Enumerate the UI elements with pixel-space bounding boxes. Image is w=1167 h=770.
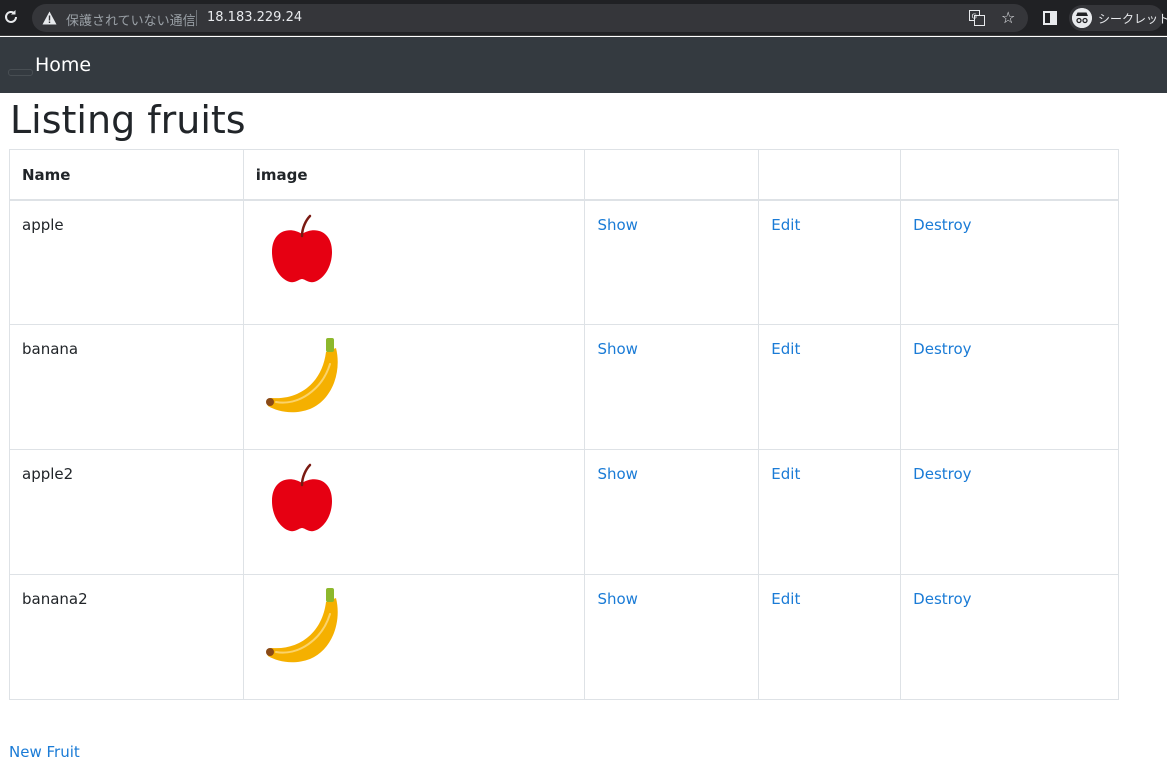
column-header-image: image [242,149,586,201]
fruit-image-cell [242,199,586,325]
incognito-icon [1072,8,1092,28]
destroy-link[interactable]: Destroy [913,216,971,234]
banana-image [265,588,338,663]
table-row: apple Show Edit Destroy [9,199,1119,325]
banana-image [265,338,338,413]
table-row: apple2 Show Edit Destroy [9,449,1119,575]
show-link[interactable]: Show [597,590,637,608]
show-link[interactable]: Show [597,340,637,358]
column-header-destroy [900,149,1119,201]
reload-icon[interactable] [3,9,19,25]
fruit-name: banana2 [9,574,244,700]
incognito-label: シークレット [1098,12,1167,26]
fruits-table: Name image apple Show Edit Destroy banan… [9,149,1119,700]
fruit-image-cell [242,574,586,700]
destroy-link[interactable]: Destroy [913,340,971,358]
navbar: Home [0,37,1167,93]
edit-link[interactable]: Edit [771,216,800,234]
table-row: banana2 Show Edit Destroy [9,574,1119,700]
browser-toolbar: 保護されていない通信 18.183.229.24 G ☆ シークレット [0,0,1167,36]
warning-icon[interactable] [42,11,57,25]
new-fruit-link[interactable]: New Fruit [9,743,80,761]
divider [196,10,197,26]
navbar-toggler[interactable] [8,69,33,76]
destroy-link[interactable]: Destroy [913,465,971,483]
apple-image [271,463,332,532]
svg-text:G: G [972,13,977,21]
show-link[interactable]: Show [597,465,637,483]
edit-link[interactable]: Edit [771,590,800,608]
fruit-name: apple2 [9,449,244,575]
edit-link[interactable]: Edit [771,340,800,358]
fruit-name: apple [9,199,244,325]
security-label[interactable]: 保護されていない通信 [66,10,196,29]
fruit-image-cell [242,324,586,450]
table-row: banana Show Edit Destroy [9,324,1119,450]
destroy-link[interactable]: Destroy [913,590,971,608]
translate-icon[interactable]: G [969,10,985,26]
column-header-edit [758,149,902,201]
table-header-row: Name image [9,149,1119,201]
fruit-name: banana [9,324,244,450]
address-bar[interactable]: 保護されていない通信 18.183.229.24 G ☆ [32,4,1028,32]
apple-image [271,214,332,282]
side-panel-icon[interactable] [1043,11,1057,25]
edit-link[interactable]: Edit [771,465,800,483]
show-link[interactable]: Show [597,216,637,234]
column-header-name: Name [9,149,244,201]
page-title: Listing fruits [10,98,246,142]
url-text[interactable]: 18.183.229.24 [207,10,302,25]
home-link[interactable]: Home [35,53,91,77]
bookmark-star-icon[interactable]: ☆ [1001,8,1015,28]
fruit-image-cell [242,449,586,575]
column-header-show [584,149,760,201]
incognito-profile-button[interactable]: シークレット [1069,5,1167,31]
